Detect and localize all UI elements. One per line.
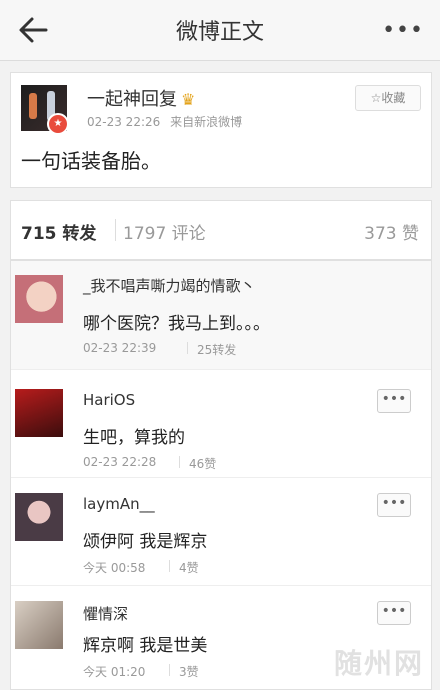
- comment-more-button[interactable]: •••: [377, 493, 411, 517]
- verified-badge-icon: ★: [47, 113, 69, 135]
- comment-more-button[interactable]: •••: [377, 389, 411, 413]
- comment-author[interactable]: 懼情深: [83, 603, 128, 624]
- comment-author[interactable]: _我不唱声嘶力竭的情歌丶: [83, 275, 256, 296]
- comment-text: 生吧，算我的: [83, 428, 185, 448]
- avatar[interactable]: [15, 389, 63, 437]
- comment-time: 02-23 22:39: [83, 341, 157, 355]
- avatar[interactable]: [15, 275, 63, 323]
- post-source: 来自新浪微博: [170, 115, 243, 129]
- list-item: HariOS ••• 生吧，算我的 02-23 22:28 46赞: [11, 371, 431, 478]
- more-options-icon[interactable]: •••: [382, 18, 424, 43]
- avatar[interactable]: [15, 493, 63, 541]
- author-name-text: 一起神回复: [87, 89, 177, 110]
- list-item: _我不唱声嘶力竭的情歌丶 哪个医院？我马上到。。。 02-23 22:39 25…: [11, 261, 431, 370]
- page-title: 微博正文: [175, 20, 264, 45]
- tab-comment[interactable]: 1797 评论: [123, 219, 206, 244]
- tab-like[interactable]: 373 赞: [364, 219, 419, 244]
- like-count: 46赞: [189, 457, 217, 471]
- crown-icon: ♛: [181, 90, 196, 109]
- comment-author[interactable]: laymAn__: [83, 495, 155, 513]
- comment-time: 今天 01:20: [83, 665, 146, 679]
- watermark: 随州网: [333, 647, 424, 680]
- divider: [169, 664, 170, 676]
- divider: [179, 456, 180, 468]
- divider: [187, 342, 188, 354]
- comment-list: _我不唱声嘶力竭的情歌丶 哪个医院？我马上到。。。 02-23 22:39 25…: [10, 260, 432, 690]
- post-meta: 02-23 22:26 来自新浪微博: [87, 113, 242, 130]
- counts-bar: 715 转发 1797 评论 373 赞: [10, 200, 432, 260]
- list-item: laymAn__ ••• 颂伊阿 我是辉京 今天 00:58 4赞: [11, 479, 431, 586]
- post-date: 02-23 22:26: [87, 115, 161, 129]
- comment-more-button[interactable]: •••: [377, 601, 411, 625]
- top-bar: 微博正文 •••: [0, 0, 440, 61]
- comment-time: 今天 00:58: [83, 561, 146, 575]
- like-count: 4赞: [179, 561, 199, 575]
- comment-text: 辉京啊 我是世美: [83, 636, 208, 656]
- avatar[interactable]: [15, 601, 63, 649]
- comment-time: 02-23 22:28: [83, 455, 157, 469]
- post-card: ★ 一起神回复 ♛ 02-23 22:26 来自新浪微博 ☆收藏 一句话装备胎。: [10, 72, 432, 188]
- divider: [115, 219, 116, 241]
- divider: [169, 560, 170, 572]
- post-content: 一句话装备胎。: [21, 149, 161, 173]
- comment-text: 颂伊阿 我是辉京: [83, 532, 208, 552]
- tab-repost[interactable]: 715 转发: [21, 219, 96, 244]
- comment-text: 哪个医院？我马上到。。。: [83, 314, 270, 334]
- favorite-button[interactable]: ☆收藏: [355, 85, 421, 111]
- repost-count: 25转发: [197, 343, 237, 357]
- like-count: 3赞: [179, 665, 199, 679]
- comment-author[interactable]: HariOS: [83, 391, 135, 409]
- author-name[interactable]: 一起神回复 ♛: [87, 85, 195, 111]
